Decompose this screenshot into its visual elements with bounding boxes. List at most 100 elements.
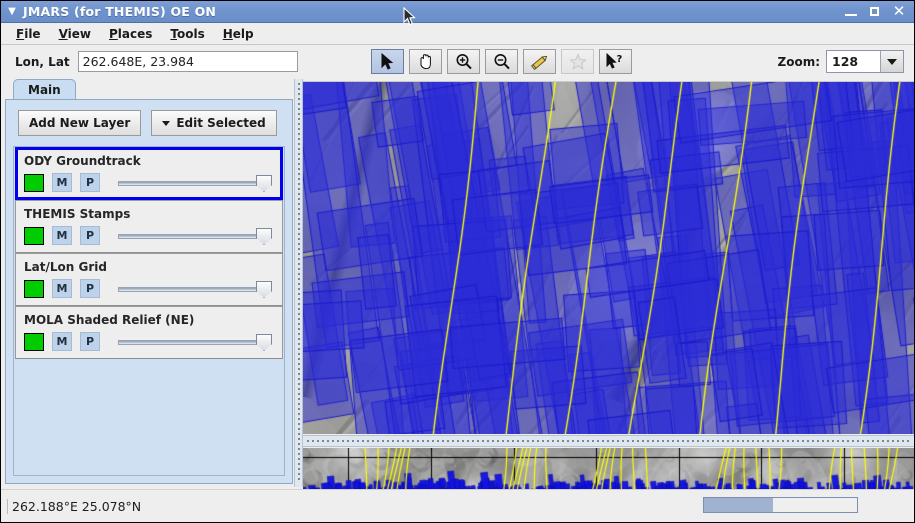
window-controls: ✕	[844, 3, 914, 19]
lon-lat-input[interactable]: 262.648E, 23.984	[77, 51, 298, 72]
layer-m-button[interactable]: M	[52, 332, 72, 351]
svg-text:?: ?	[616, 54, 622, 65]
zoom-dropdown-arrow[interactable]	[880, 51, 903, 72]
pencil-ruler-icon	[530, 53, 550, 71]
layer-color-swatch[interactable]	[24, 226, 44, 245]
close-button[interactable]: ✕	[892, 3, 906, 19]
slider-track	[118, 181, 264, 186]
hand-icon	[417, 53, 435, 71]
layer-title: Lat/Lon Grid	[24, 260, 107, 274]
edit-selected-button[interactable]: Edit Selected	[151, 110, 277, 136]
layer-controls: M P	[24, 332, 274, 351]
layer-row-themis-stamps[interactable]: THEMIS Stamps M P	[15, 200, 283, 253]
slider-track	[118, 287, 264, 292]
menu-file-rest: ile	[24, 26, 41, 41]
menu-view-rest: iew	[67, 26, 91, 41]
layer-title: THEMIS Stamps	[24, 207, 131, 221]
split-grip-dots	[298, 83, 300, 483]
toolbar-row: Lon, Lat 262.648E, 23.984 ? Zoom: 128	[1, 45, 914, 78]
slider-thumb[interactable]	[256, 281, 272, 298]
layer-title: ODY Groundtrack	[24, 154, 141, 168]
star-icon	[568, 52, 587, 71]
lon-lat-label: Lon, Lat	[15, 54, 70, 69]
favorite-tool	[561, 49, 594, 74]
menu-places[interactable]: Places	[100, 25, 161, 43]
chevron-down-icon	[162, 120, 171, 126]
vertical-split-divider[interactable]	[294, 79, 303, 487]
layer-p-button[interactable]: P	[80, 173, 100, 192]
layer-opacity-slider[interactable]	[118, 173, 272, 192]
title-bar: ▼ JMARS (for THEMIS) OE ON ✕	[1, 1, 914, 23]
magnifier-minus-icon	[493, 53, 511, 71]
chevron-down-icon	[887, 58, 897, 65]
layer-title: MOLA Shaded Relief (NE)	[24, 313, 195, 327]
layer-opacity-slider[interactable]	[118, 332, 272, 351]
menu-tools[interactable]: Tools	[161, 25, 213, 43]
progress-bar	[703, 497, 858, 513]
progress-bar-fill	[704, 498, 773, 512]
layer-color-swatch[interactable]	[24, 332, 44, 351]
tab-strip: Main	[13, 79, 293, 101]
layer-controls: M P	[24, 279, 274, 298]
map-tool-buttons: ?	[371, 49, 632, 74]
add-new-layer-button[interactable]: Add New Layer	[18, 110, 142, 136]
layer-opacity-slider[interactable]	[118, 226, 272, 245]
edit-selected-label: Edit Selected	[176, 116, 266, 130]
select-arrow-tool[interactable]	[371, 49, 404, 74]
zoom-value: 128	[827, 51, 880, 72]
slider-thumb[interactable]	[256, 228, 272, 245]
slider-thumb[interactable]	[256, 175, 272, 192]
layer-row-lat-lon-grid[interactable]: Lat/Lon Grid M P	[15, 253, 283, 306]
menu-bar: File View Places Tools Help	[1, 23, 914, 45]
minimize-button[interactable]	[844, 5, 858, 19]
pan-hand-tool[interactable]	[409, 49, 442, 74]
layer-p-button[interactable]: P	[80, 279, 100, 298]
layer-buttons-row: Add New Layer Edit Selected	[6, 100, 292, 144]
zoom-out-tool[interactable]	[485, 49, 518, 74]
zoom-combobox[interactable]: 128	[826, 50, 904, 73]
tab-main[interactable]: Main	[13, 79, 76, 101]
status-bar: 262.188°E 25.078°N	[1, 489, 914, 522]
menu-help-rest: elp	[232, 26, 254, 41]
layer-m-button[interactable]: M	[52, 173, 72, 192]
layer-color-swatch[interactable]	[24, 173, 44, 192]
layer-row-ody-groundtrack[interactable]: ODY Groundtrack M P	[15, 147, 283, 200]
layer-p-button[interactable]: P	[80, 332, 100, 351]
slider-track	[118, 340, 264, 345]
window-menu-icon[interactable]: ▼	[1, 6, 23, 17]
help-pointer-tool[interactable]: ?	[599, 49, 632, 74]
window-title: JMARS (for THEMIS) OE ON	[23, 4, 217, 19]
horizontal-split-divider[interactable]	[303, 435, 914, 447]
layer-color-swatch[interactable]	[24, 279, 44, 298]
zoom-in-tool[interactable]	[447, 49, 480, 74]
layer-m-button[interactable]: M	[52, 226, 72, 245]
layer-list: ODY Groundtrack M P THEMIS Stamps M P La…	[13, 146, 285, 476]
cursor-arrow-icon	[380, 53, 395, 70]
layer-row-mola-shaded-relief[interactable]: MOLA Shaded Relief (NE) M P	[15, 306, 283, 359]
main-map-view[interactable]	[303, 81, 914, 434]
menu-tools-rest: ools	[177, 26, 205, 41]
cursor-question-icon: ?	[605, 53, 627, 70]
zoom-label: Zoom:	[777, 54, 821, 69]
main-body: Main Add New Layer Edit Selected ODY Gro…	[1, 79, 914, 522]
menu-file[interactable]: File	[7, 25, 50, 43]
layer-manager-panel: Main Add New Layer Edit Selected ODY Gro…	[5, 79, 293, 487]
menu-places-rest: laces	[117, 26, 153, 41]
main-map-canvas[interactable]	[303, 82, 914, 434]
menu-help[interactable]: Help	[214, 25, 263, 43]
zoom-control: Zoom: 128	[777, 50, 904, 73]
slider-track	[118, 234, 264, 239]
layer-p-button[interactable]: P	[80, 226, 100, 245]
status-coordinates: 262.188°E 25.078°N	[7, 498, 141, 514]
magnifier-plus-icon	[455, 53, 473, 71]
add-new-layer-label: Add New Layer	[29, 116, 131, 130]
main-tab-panel: Add New Layer Edit Selected ODY Groundtr…	[5, 99, 293, 484]
slider-thumb[interactable]	[256, 334, 272, 351]
menu-view[interactable]: View	[50, 25, 100, 43]
layer-m-button[interactable]: M	[52, 279, 72, 298]
layer-opacity-slider[interactable]	[118, 279, 272, 298]
maximize-button[interactable]	[868, 5, 882, 19]
layer-controls: M P	[24, 226, 274, 245]
jmars-application-window: ▼ JMARS (for THEMIS) OE ON ✕ File View P…	[0, 0, 915, 523]
measure-tool[interactable]	[523, 49, 556, 74]
